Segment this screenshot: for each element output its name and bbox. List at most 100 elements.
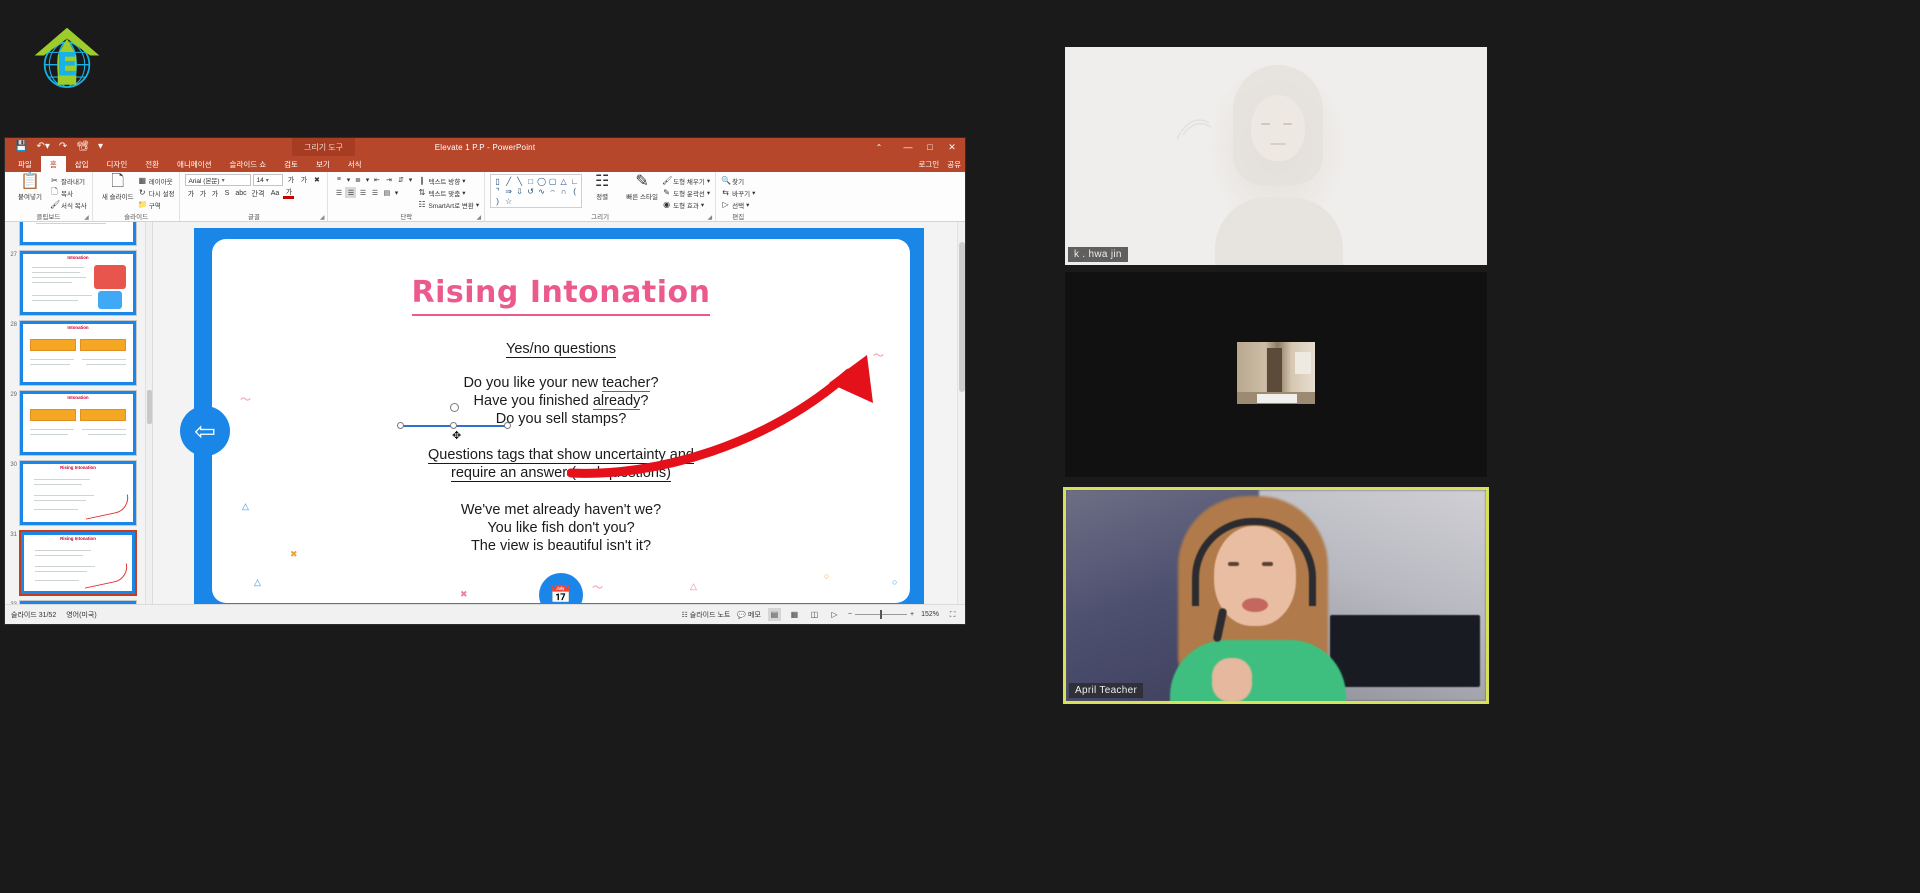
tab-transitions[interactable]: 전환 [136, 156, 168, 172]
resize-handle-right[interactable] [504, 422, 511, 429]
select-button[interactable]: ▷ 선택 ▾ [721, 199, 755, 210]
share-button[interactable]: 공유 [947, 159, 961, 170]
zoom-level[interactable]: 152% [921, 611, 939, 618]
bullets-chevron-icon[interactable]: ▾ [345, 174, 351, 185]
previous-slide-arrow-graphic[interactable]: ⇦ [180, 406, 230, 456]
thumbnail-item[interactable]: 27 Intonation [5, 248, 152, 318]
thumbnail-item[interactable]: 29 Intonation [5, 388, 152, 458]
thumbnail-scrollbar-thumb[interactable] [147, 390, 152, 424]
find-button[interactable]: 🔍 찾기 [721, 175, 755, 186]
clipboard-dialog-launcher[interactable]: ◢ [84, 214, 89, 221]
change-case-button[interactable]: Aa [267, 188, 282, 199]
format-painter-button[interactable]: 🖌 서식 복사 [50, 199, 87, 210]
star-shape-icon[interactable]: ☆ [503, 196, 514, 206]
ribbon-display-options-icon[interactable]: ⌃ [871, 138, 887, 156]
shape-effects-button[interactable]: ◉ 도형 효과 ▾ [662, 199, 710, 210]
bullets-button[interactable]: ≡ [333, 174, 344, 185]
tab-design[interactable]: 디자인 [98, 156, 137, 172]
slideshow-view-button[interactable]: ▷ [828, 608, 841, 621]
normal-view-button[interactable]: ▤ [767, 608, 781, 621]
columns-chevron-icon[interactable]: ▾ [393, 187, 399, 198]
zoom-in-button[interactable]: + [910, 611, 914, 618]
thumbnail-item[interactable]: 30 Rising Intonation [5, 458, 152, 528]
character-spacing-button[interactable]: 간격 [249, 188, 266, 199]
signin-link[interactable]: 로그인 [918, 159, 939, 170]
tab-insert[interactable]: 삽입 [66, 156, 98, 172]
thumbnail-item-selected[interactable]: 31 Rising Intonation [5, 528, 152, 598]
line-spacing-button[interactable]: ⇵ [395, 174, 406, 185]
shapes-gallery[interactable]: ▯ ╱ ╲ □ ◯ ▢ △ ∟ ⌝ ⇒ ⇩ ↺ ∿ ⌢ ∩ ( ) ☆ [490, 174, 583, 208]
reset-button[interactable]: ↻ 다시 설정 [138, 187, 175, 198]
font-size-combo[interactable]: 14 ▾ [253, 174, 284, 186]
underline-button[interactable]: 가 [209, 188, 220, 199]
cut-button[interactable]: ✂ 잘라내기 [50, 175, 87, 186]
slide-counter[interactable]: 슬라이드 31/52 [11, 610, 56, 620]
tab-view[interactable]: 보기 [307, 156, 339, 172]
rounded-rect-shape-icon[interactable]: ▢ [547, 176, 558, 186]
thumbnail-item[interactable]: 26 Intonation [5, 222, 152, 248]
arrange-button[interactable]: ☷ 정렬 [582, 174, 622, 202]
participant-tile-1[interactable]: k . hwa jin [1065, 47, 1487, 265]
increase-indent-button[interactable]: ⇥ [383, 174, 394, 185]
minimize-button[interactable]: — [897, 138, 919, 156]
reading-view-button[interactable]: ◫ [808, 608, 821, 621]
close-button[interactable]: ✕ [941, 138, 963, 156]
paragraph-dialog-launcher[interactable]: ◢ [477, 214, 482, 221]
zoom-out-button[interactable]: − [848, 611, 852, 618]
notes-button[interactable]: ☷ 슬라이드 노트 [682, 610, 731, 620]
align-left-button[interactable]: ☰ [333, 187, 344, 198]
zoom-slider-track[interactable] [855, 610, 907, 619]
text-shadow-button[interactable]: S [221, 188, 232, 199]
numbering-chevron-icon[interactable]: ▾ [364, 174, 370, 185]
quick-styles-button[interactable]: ✎ 빠른 스타일 [622, 174, 662, 202]
curved-arrow-icon[interactable]: ↺ [525, 186, 536, 196]
fit-to-window-button[interactable]: ⛶ [946, 608, 959, 621]
rotate-handle[interactable] [450, 403, 459, 412]
right-brace-icon[interactable]: ) [492, 196, 503, 206]
decrease-indent-button[interactable]: ⇤ [371, 174, 382, 185]
resize-handle-left[interactable] [397, 422, 404, 429]
canvas-scrollbar[interactable] [957, 222, 965, 604]
oval-shape-icon[interactable]: ◯ [536, 176, 547, 186]
elbow-connector-icon[interactable]: ∟ [569, 176, 580, 186]
line-shape-icon[interactable]: ╱ [503, 176, 514, 186]
thumbnail-scrollbar[interactable] [145, 222, 152, 604]
arc-shape-icon[interactable]: ⌢ [547, 186, 558, 196]
font-name-combo[interactable]: Arial (본문) ▾ [185, 174, 252, 186]
bold-button[interactable]: 가 [185, 188, 196, 199]
layout-button[interactable]: ▦ 레이아웃 [138, 175, 175, 186]
zoom-slider[interactable]: − + [848, 610, 914, 619]
participant-tile-3-active-speaker[interactable]: April Teacher [1063, 487, 1489, 704]
tab-slideshow[interactable]: 슬라이드 쇼 [221, 156, 276, 172]
align-text-button[interactable]: ⇅ 텍스트 맞춤 ▾ [417, 187, 479, 198]
slide-sorter-view-button[interactable]: ▦ [788, 608, 801, 621]
align-center-button[interactable]: ☰ [345, 187, 357, 198]
maximize-button[interactable]: □ [919, 138, 941, 156]
tab-home[interactable]: 홈 [40, 156, 66, 172]
line-arrow-shape-icon[interactable]: ╲ [514, 176, 525, 186]
justify-button[interactable]: ☰ [369, 187, 380, 198]
tab-review[interactable]: 검토 [275, 156, 307, 172]
canvas-scrollbar-thumb[interactable] [959, 242, 965, 392]
italic-button[interactable]: 가 [197, 188, 208, 199]
columns-button[interactable]: ▤ [381, 187, 392, 198]
paste-button[interactable]: 📋 붙여넣기 [10, 174, 50, 202]
shape-outline-button[interactable]: ✎ 도형 윤곽선 ▾ [662, 187, 710, 198]
freeform-shape-icon[interactable]: ∿ [536, 186, 547, 196]
tab-format[interactable]: 서식 [339, 156, 371, 172]
down-arrow-shape-icon[interactable]: ⇩ [514, 186, 525, 196]
replace-button[interactable]: ⇆ 바꾸기 ▾ [721, 187, 755, 198]
language-indicator[interactable]: 영어(미국) [66, 610, 96, 620]
comments-button[interactable]: 💬 메모 [737, 610, 761, 620]
copy-button[interactable]: 🗋 복사 [50, 187, 87, 198]
font-dialog-launcher[interactable]: ◢ [320, 214, 325, 221]
thumbnail-item[interactable]: 28 Intonation [5, 318, 152, 388]
font-color-button[interactable]: 가 [283, 188, 295, 199]
text-direction-button[interactable]: ∥ 텍스트 방향 ▾ [417, 175, 479, 186]
clear-formatting-icon[interactable]: ✖ [311, 175, 322, 186]
slide-thumbnail-pane[interactable]: 26 Intonation 27 Intonation [5, 222, 153, 604]
elbow-arrow-icon[interactable]: ⌝ [492, 186, 503, 196]
curve-shape-icon[interactable]: ∩ [558, 186, 569, 196]
resize-handle-middle[interactable] [450, 422, 457, 429]
section-button[interactable]: 📁 구역 [138, 199, 175, 210]
